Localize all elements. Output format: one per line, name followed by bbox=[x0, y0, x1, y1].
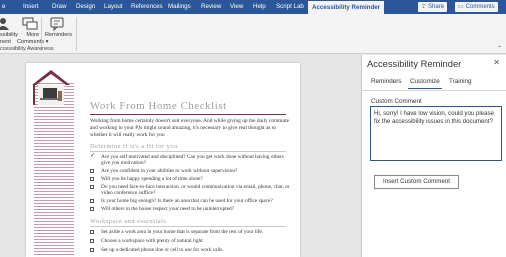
pane-tab-bar: Reminders Customize Training bbox=[362, 74, 506, 91]
checklist-item-text: Will others in the house respect your ne… bbox=[101, 206, 235, 212]
checklist-item: Will you be happy spending a lot of time… bbox=[90, 176, 290, 182]
title-rule bbox=[90, 114, 286, 115]
person-check-icon bbox=[0, 18, 9, 30]
custom-comment-label: Custom Comment bbox=[371, 98, 422, 105]
section-heading: Determine if it's a fit for you bbox=[90, 143, 178, 150]
checkbox[interactable] bbox=[90, 199, 94, 203]
checklist-item-text: Set aside a work area in your home that … bbox=[101, 229, 264, 235]
checklist-item-text: Are you confident in your abilities to w… bbox=[101, 168, 238, 174]
comments-icon bbox=[22, 17, 38, 30]
checkbox[interactable] bbox=[90, 230, 94, 234]
comments-button[interactable]: ▭ Comments bbox=[455, 2, 498, 12]
tab-reminders[interactable]: Reminders bbox=[369, 78, 403, 88]
checkmark-icon[interactable]: ✓ bbox=[90, 153, 95, 159]
tab-design[interactable]: Design bbox=[76, 2, 95, 11]
custom-comment-input[interactable]: Hi, sorry! I have low vision, could you … bbox=[370, 106, 502, 161]
checklist-item: ✓ Are you self motivated and disciplined… bbox=[90, 153, 290, 167]
comment-icon: ▭ bbox=[458, 4, 464, 10]
tab-customize[interactable]: Customize bbox=[408, 78, 442, 89]
checklist-item-text: Do you need face-to-face interaction, or… bbox=[101, 184, 290, 197]
tab-training[interactable]: Training bbox=[447, 78, 474, 88]
checklist-item-text: Choose a workspace with plenty of natura… bbox=[101, 238, 204, 244]
checkbox[interactable] bbox=[90, 248, 94, 252]
document-page[interactable]: Work From Home Checklist Working from ho… bbox=[26, 63, 300, 257]
tab-file[interactable]: e bbox=[2, 2, 5, 11]
close-icon[interactable]: ✕ bbox=[493, 58, 500, 67]
ribbon-group-label: ccessibility Awareness bbox=[0, 46, 54, 52]
tab-draw[interactable]: Draw bbox=[52, 2, 66, 11]
checklist-item: Is your home big enough? Is there an are… bbox=[90, 198, 290, 204]
document-title: Work From Home Checklist bbox=[90, 100, 227, 112]
checklist-item: Do you need face-to-face interaction, or… bbox=[90, 184, 290, 197]
collapse-ribbon-icon[interactable]: ⌃ bbox=[497, 45, 502, 52]
tab-view[interactable]: View bbox=[230, 2, 243, 11]
more-comments-label: More Comments ▾ bbox=[17, 32, 49, 45]
pane-title: Accessibility Reminder bbox=[367, 58, 462, 69]
checklist-item-text: Set up a dedicated phone line or cell to… bbox=[101, 247, 224, 253]
section-rule bbox=[90, 226, 286, 227]
insert-custom-comment-button[interactable]: Insert Custom Comment bbox=[374, 175, 459, 189]
checklist-item: Are you confident in your abilities to w… bbox=[90, 168, 290, 174]
tab-help[interactable]: Help bbox=[253, 2, 266, 11]
ribbon-separator bbox=[76, 17, 77, 51]
checkbox[interactable] bbox=[90, 185, 94, 189]
accessibility-comment-label: ssibility nent bbox=[0, 32, 19, 45]
checklist-item: Choose a workspace with plenty of natura… bbox=[90, 238, 290, 244]
tab-accessibility-reminder[interactable]: Accessibility Reminder bbox=[308, 1, 385, 14]
comments-label: Comments bbox=[465, 4, 495, 10]
checkbox[interactable] bbox=[90, 239, 94, 243]
document-canvas: Work From Home Checklist Working from ho… bbox=[0, 55, 361, 257]
checklist-item-text: Are you self motivated and disciplined? … bbox=[101, 154, 284, 167]
tab-script-lab[interactable]: Script Lab bbox=[276, 2, 304, 11]
section-rule bbox=[90, 151, 286, 152]
ribbon-tab-bar: e Insert Draw Design Layout References M… bbox=[0, 0, 506, 14]
tab-layout[interactable]: Layout bbox=[104, 2, 123, 11]
checklist-item: Set aside a work area in your home that … bbox=[90, 229, 290, 235]
tab-mailings[interactable]: Mailings bbox=[168, 2, 191, 11]
tab-references[interactable]: References bbox=[131, 2, 163, 11]
tab-insert[interactable]: Insert bbox=[23, 2, 38, 11]
accessibility-task-pane: Accessibility Reminder ✕ Reminders Custo… bbox=[361, 55, 506, 257]
share-label: Share bbox=[428, 4, 445, 10]
checklist-item-text: Is your home big enough? Is there an are… bbox=[101, 198, 273, 204]
reminder-icon bbox=[50, 17, 64, 31]
section-heading: Workspace and essentials bbox=[90, 218, 167, 225]
share-button[interactable]: ⇪ Share bbox=[418, 2, 448, 12]
share-icon: ⇪ bbox=[421, 4, 427, 10]
checklist-item: Will others in the house respect your ne… bbox=[90, 206, 290, 212]
tab-review[interactable]: Review bbox=[201, 2, 221, 11]
checkbox[interactable] bbox=[90, 207, 94, 211]
ribbon: ssibility nent More Comments ▾ Reminders c… bbox=[0, 14, 506, 54]
intro-paragraph: Working from home certainly doesn't suit… bbox=[90, 118, 290, 138]
checkbox[interactable] bbox=[90, 169, 94, 173]
house-laptop-image bbox=[32, 70, 70, 105]
reminders-label: Reminders bbox=[45, 32, 73, 38]
checkbox[interactable] bbox=[90, 177, 94, 181]
checklist-item-text: Will you be happy spending a lot of time… bbox=[101, 176, 203, 182]
checklist-item: Set up a dedicated phone line or cell to… bbox=[90, 247, 290, 253]
